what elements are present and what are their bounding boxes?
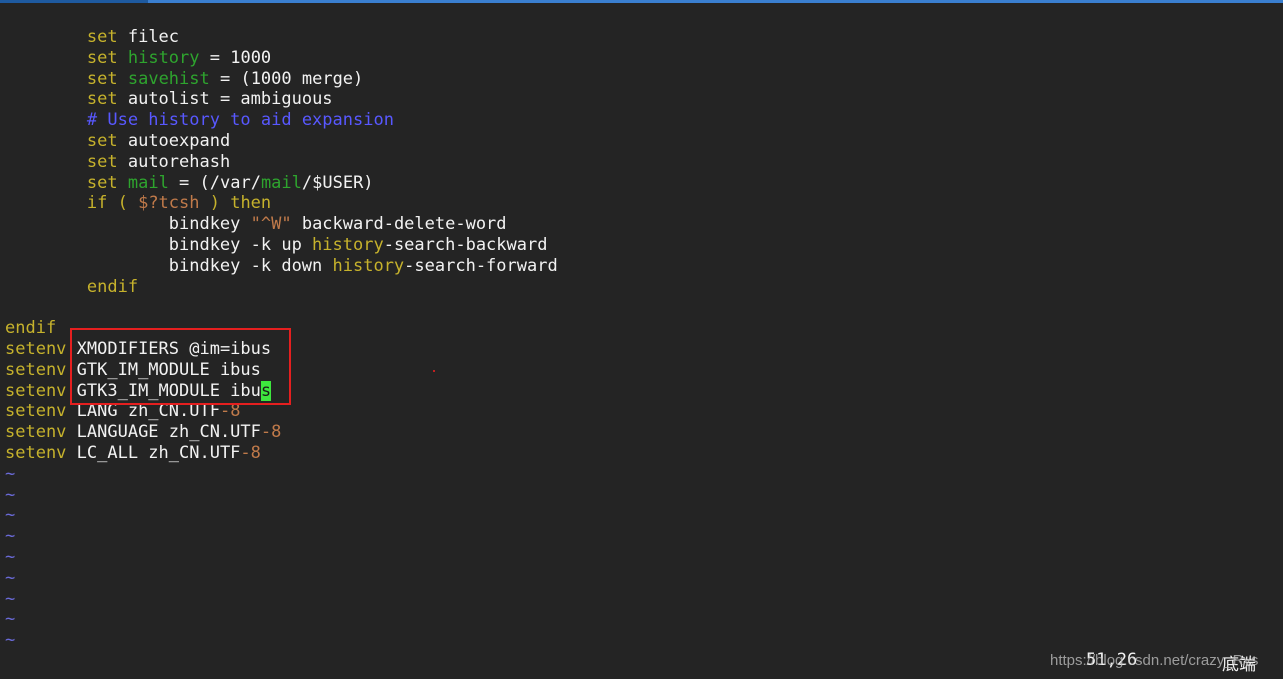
active-tab-indicator <box>0 0 148 3</box>
syntax-keyword: setenv <box>5 401 67 422</box>
syntax-keyword: history <box>312 234 384 255</box>
editor-line[interactable]: bindkey "^W" backward-delete-word <box>5 214 558 235</box>
syntax-keyword: set <box>86 172 118 193</box>
code-text: = (/var/ <box>168 172 261 193</box>
editor-line[interactable]: endif <box>5 277 558 298</box>
syntax-keyword: setenv <box>5 380 67 401</box>
code-text: autolist = ambiguous <box>117 89 333 110</box>
code-text: autorehash <box>117 151 231 172</box>
editor-line[interactable]: set mail = (/var/mail/$USER) <box>5 173 558 194</box>
editor-line[interactable]: ~ <box>5 485 558 506</box>
empty-line-marker: ~ <box>5 526 16 547</box>
editor-line[interactable]: if ( $?tcsh ) then <box>5 193 558 214</box>
editor-line[interactable]: ~ <box>5 630 558 651</box>
syntax-variable: mail <box>260 172 302 193</box>
syntax-keyword: ) then <box>199 193 272 214</box>
code-comment: # Use history to aid expansion <box>86 110 394 131</box>
code-text: = 1000 <box>199 47 272 68</box>
empty-line-marker: ~ <box>5 588 16 609</box>
editor-line[interactable]: set autorehash <box>5 152 558 173</box>
empty-line-marker: ~ <box>5 463 16 484</box>
editor-line[interactable]: ~ <box>5 505 558 526</box>
syntax-keyword: if ( <box>86 193 139 214</box>
editor-line[interactable]: setenv LANGUAGE zh_CN.UTF-8 <box>5 422 558 443</box>
editor-line[interactable]: ~ <box>5 547 558 568</box>
empty-line-marker: ~ <box>5 484 16 505</box>
syntax-variable: mail <box>127 172 169 193</box>
code-text: bindkey -k up <box>5 234 313 255</box>
syntax-keyword: endif <box>86 276 139 297</box>
editor-line[interactable]: set filec <box>5 27 558 48</box>
syntax-keyword: setenv <box>5 422 67 443</box>
syntax-variable: history <box>127 47 200 68</box>
editor-line[interactable]: bindkey -k down history-search-forward <box>5 256 558 277</box>
syntax-number: -8 <box>240 442 261 463</box>
syntax-string: $?tcsh <box>138 193 200 214</box>
editor-line[interactable]: ~ <box>5 589 558 610</box>
syntax-string: "^W" <box>250 214 292 235</box>
editor-line[interactable]: ~ <box>5 609 558 630</box>
syntax-keyword: set <box>86 130 118 151</box>
editor-line[interactable]: ~ <box>5 526 558 547</box>
code-text: -search-backward <box>383 234 548 255</box>
syntax-keyword: set <box>86 68 118 89</box>
code-text: /$USER) <box>301 172 374 193</box>
editor-line[interactable]: # Use history to aid expansion <box>5 110 558 131</box>
terminal-window[interactable]: set filec set history = 1000 set savehis… <box>0 0 1283 679</box>
syntax-keyword: set <box>86 89 118 110</box>
code-text: LC_ALL zh_CN.UTF <box>66 442 241 463</box>
syntax-number: -8 <box>260 422 282 443</box>
window-top-bar <box>0 0 1283 3</box>
editor-line[interactable]: ~ <box>5 464 558 485</box>
syntax-keyword: setenv <box>5 359 67 380</box>
code-text: bindkey <box>5 214 251 235</box>
watermark-url: https://blog.csdn.net/crazy_Rys <box>1050 652 1259 669</box>
editor-line[interactable]: set autolist = ambiguous <box>5 89 558 110</box>
editor-line[interactable]: set history = 1000 <box>5 48 558 69</box>
syntax-keyword: setenv <box>5 338 67 359</box>
editor-line[interactable]: setenv LC_ALL zh_CN.UTF-8 <box>5 443 558 464</box>
code-text: filec <box>117 27 180 47</box>
code-text: autoexpand <box>117 130 231 151</box>
code-text: -search-forward <box>404 255 558 276</box>
empty-line-marker: ~ <box>5 630 16 651</box>
syntax-keyword: endif <box>5 318 57 339</box>
editor-line[interactable]: ~ <box>5 568 558 589</box>
empty-line-marker: ~ <box>5 609 16 630</box>
editor-line[interactable]: bindkey -k up history-search-backward <box>5 235 558 256</box>
syntax-keyword: set <box>86 27 118 47</box>
annotation-highlight-box <box>70 328 291 405</box>
empty-line-marker: ~ <box>5 567 16 588</box>
annotation-dot <box>433 370 435 372</box>
syntax-keyword: set <box>86 47 118 68</box>
editor-line[interactable] <box>5 297 558 318</box>
code-text: bindkey -k down <box>5 255 333 276</box>
empty-line-marker: ~ <box>5 546 16 567</box>
syntax-keyword: set <box>86 151 118 172</box>
editor-line[interactable]: set autoexpand <box>5 131 558 152</box>
code-text: = (1000 merge) <box>209 68 364 89</box>
syntax-keyword: history <box>332 255 405 276</box>
syntax-keyword: setenv <box>5 442 67 463</box>
empty-line-marker: ~ <box>5 505 16 526</box>
syntax-variable: savehist <box>127 68 210 89</box>
code-text: LANGUAGE zh_CN.UTF <box>66 422 261 443</box>
code-text: backward-delete-word <box>291 214 507 235</box>
editor-line[interactable]: set savehist = (1000 merge) <box>5 69 558 90</box>
